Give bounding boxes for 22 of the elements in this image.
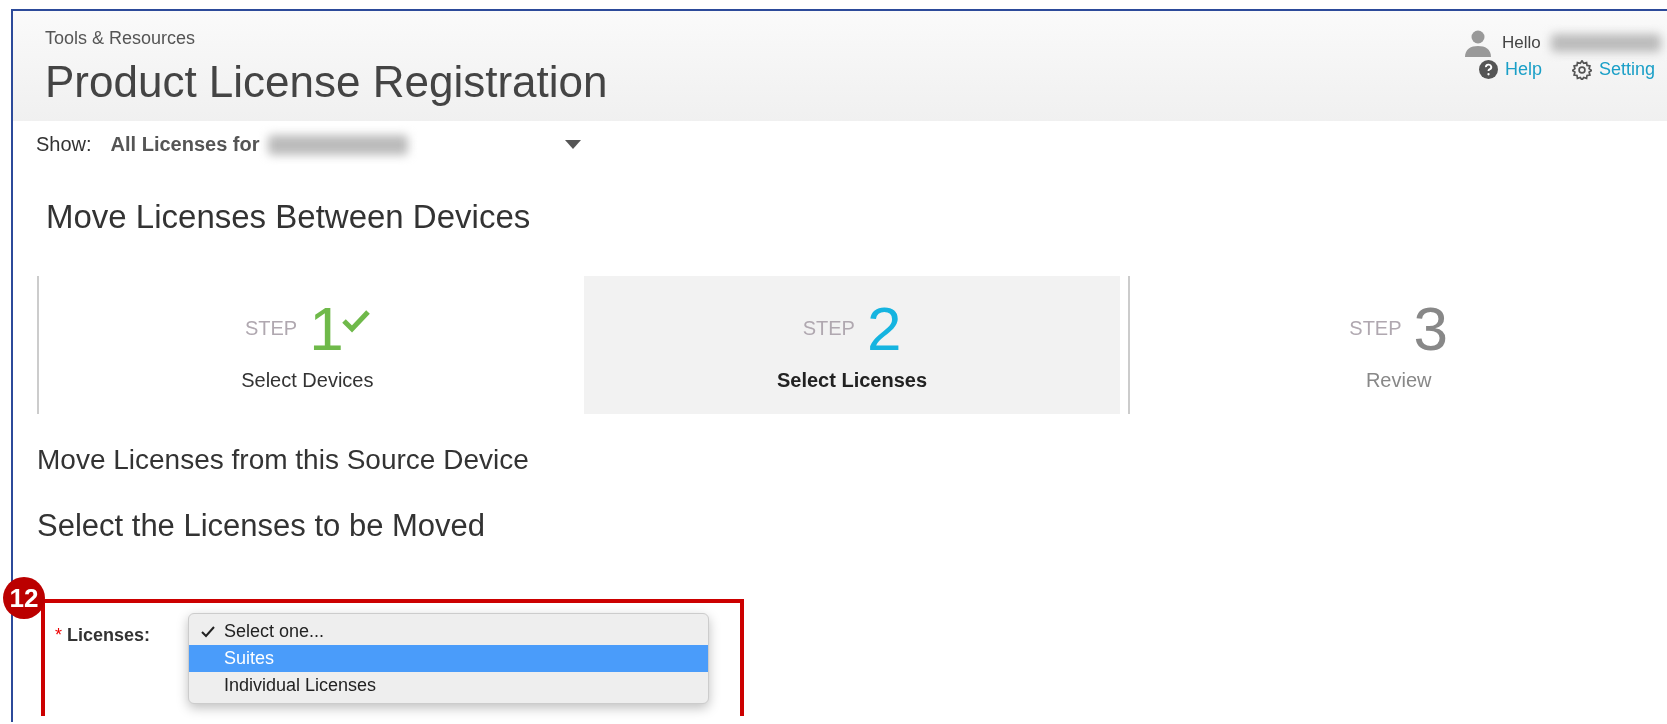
step-word: STEP bbox=[244, 317, 298, 340]
step-number: 3 bbox=[1413, 298, 1449, 359]
step-number: 2 bbox=[866, 298, 902, 359]
field-label: Licenses: bbox=[67, 625, 151, 646]
required-mark: * bbox=[55, 625, 62, 646]
step-word: STEP bbox=[1349, 317, 1402, 340]
step-label: Review bbox=[1365, 368, 1432, 392]
step-number: 1 bbox=[309, 298, 344, 359]
menu-option[interactable]: Individual Licenses bbox=[189, 672, 708, 699]
select-heading: Select the Licenses to be Moved bbox=[37, 508, 487, 544]
page-title: Product License Registration bbox=[45, 57, 608, 107]
breadcrumb: Tools & Resources bbox=[45, 28, 197, 49]
menu-option[interactable]: Select one... bbox=[189, 618, 708, 645]
section-title: Move Licenses Between Devices bbox=[46, 198, 532, 236]
step-label: Select Licenses bbox=[776, 368, 928, 392]
show-label: Show: bbox=[36, 133, 92, 156]
step-label: Select Devices bbox=[241, 368, 374, 392]
source-heading: Move Licenses from this Source Device bbox=[37, 444, 530, 476]
greeting: Hello bbox=[1502, 33, 1541, 53]
license-filter-select[interactable]: All Licenses for bbox=[110, 133, 581, 156]
step-word: STEP bbox=[802, 317, 855, 340]
step-badge: 12 bbox=[3, 577, 45, 619]
